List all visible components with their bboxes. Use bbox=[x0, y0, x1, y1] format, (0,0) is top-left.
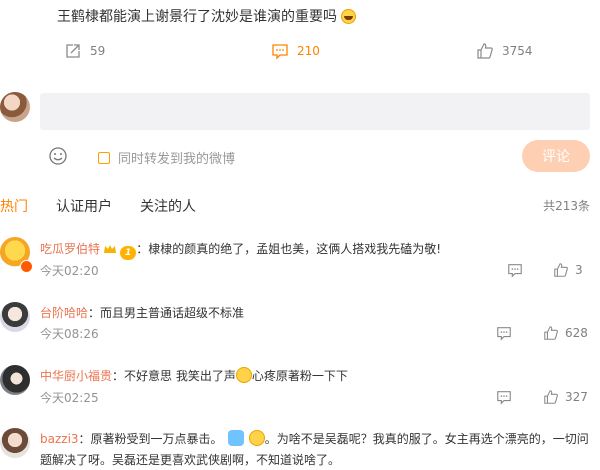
comment-like-count: 628 bbox=[565, 326, 588, 340]
comment-like-button[interactable]: 628 bbox=[543, 325, 588, 341]
tab-following[interactable]: 关注的人 bbox=[140, 196, 196, 216]
tab-verified[interactable]: 认证用户 bbox=[56, 196, 112, 216]
repost-option[interactable]: 同时转发到我的微博 bbox=[98, 148, 235, 167]
reply-button[interactable] bbox=[507, 262, 523, 282]
comment-time: 今天02:25 bbox=[40, 391, 99, 405]
comment-time: 今天02:20 bbox=[40, 264, 99, 278]
blue-doll-emoji-icon bbox=[227, 430, 244, 446]
comment-line: 台阶哈哈：而且男主普通话超级不标准 bbox=[40, 302, 244, 321]
reply-icon bbox=[497, 391, 511, 405]
comment-text-line2: 题解决了呀。吴磊还是更喜欢武侠剧啊，不知道说啥了。 bbox=[40, 453, 341, 467]
comment-time: 今天08:26 bbox=[40, 327, 99, 341]
repost-icon bbox=[66, 44, 80, 58]
thumbs-up-icon bbox=[554, 263, 568, 277]
comment-text: ：原著粉受到一万点暴击。 bbox=[78, 432, 223, 446]
verified-badge-icon bbox=[20, 260, 33, 273]
crown-icon bbox=[104, 245, 117, 253]
comment-text: ：棣棣的颜真的绝了，孟姐也美，这俩人搭戏我先磕为敬! bbox=[136, 242, 442, 256]
reply-icon bbox=[497, 327, 511, 341]
like-button[interactable]: 3754 bbox=[476, 42, 533, 60]
laughing-emoji-icon bbox=[341, 9, 356, 24]
comment-text: ：不好意思 我笑出了声 bbox=[112, 369, 236, 383]
reply-button[interactable] bbox=[496, 389, 512, 409]
comment-like-button[interactable]: 3 bbox=[553, 262, 583, 278]
current-user-avatar[interactable] bbox=[0, 92, 30, 122]
comment-tabs: 热门 认证用户 关注的人 bbox=[0, 196, 224, 216]
reply-icon bbox=[508, 264, 522, 278]
comment-avatar[interactable] bbox=[0, 302, 30, 332]
comment-like-count: 327 bbox=[565, 390, 588, 404]
repost-option-label: 同时转发到我的微博 bbox=[118, 152, 236, 167]
comment-line: 中华厨小福贵：不好意思 我笑出了声 心疼原著粉一下下 bbox=[40, 365, 348, 384]
comment-icon bbox=[272, 44, 288, 60]
repost-count: 59 bbox=[90, 44, 106, 58]
reply-button[interactable] bbox=[496, 325, 512, 345]
comment-avatar[interactable] bbox=[0, 365, 30, 395]
like-count: 3754 bbox=[502, 44, 533, 58]
laughing-tears-emoji-icon bbox=[235, 367, 252, 383]
comment-total: 共213条 bbox=[543, 199, 590, 213]
comment-button[interactable]: 210 bbox=[271, 42, 320, 60]
post-text: 王鹤棣都能演上谢景行了沈妙是谁演的重要吗 bbox=[57, 9, 337, 25]
comment-text-cont: 心疼原著粉一下下 bbox=[251, 369, 348, 383]
comment-username[interactable]: 台阶哈哈 bbox=[40, 306, 88, 320]
comment-avatar[interactable] bbox=[0, 428, 30, 458]
emoji-picker-button[interactable] bbox=[48, 146, 68, 170]
laughing-tears-emoji-icon bbox=[248, 430, 265, 446]
tab-hot[interactable]: 热门 bbox=[0, 196, 28, 216]
comment-like-button[interactable]: 327 bbox=[543, 389, 588, 405]
submit-comment-button[interactable]: 评论 bbox=[522, 140, 590, 172]
repost-checkbox[interactable] bbox=[98, 151, 110, 164]
repost-button[interactable]: 59 bbox=[64, 42, 105, 60]
comment-username[interactable]: 吃瓜罗伯特 bbox=[40, 242, 100, 256]
comment-text: ：而且男主普通话超级不标准 bbox=[88, 306, 245, 320]
comment-count: 210 bbox=[297, 44, 320, 58]
thumbs-up-icon bbox=[544, 326, 558, 340]
thumbs-up-icon bbox=[477, 43, 493, 59]
comment-input[interactable] bbox=[40, 93, 590, 130]
comment-username[interactable]: bazzi3 bbox=[40, 432, 79, 446]
comment-username[interactable]: 中华厨小福贵 bbox=[40, 369, 112, 383]
fan-level-badge: 1 bbox=[120, 246, 137, 260]
comment-line: 吃瓜罗伯特 1 ：棣棣的颜真的绝了，孟姐也美，这俩人搭戏我先磕为敬! bbox=[40, 238, 441, 260]
comment-text-cont: 。为啥不是吴磊呢？我真的服了。女主再选个漂亮的，一切问 bbox=[264, 432, 589, 446]
post-text-block: 王鹤棣都能演上谢景行了沈妙是谁演的重要吗 bbox=[57, 6, 356, 26]
comment-like-count: 3 bbox=[575, 263, 583, 277]
smiley-icon bbox=[49, 147, 67, 165]
comment-block: bazzi3：原著粉受到一万点暴击。 。为啥不是吴磊呢？我真的服了。女主再选个漂… bbox=[40, 428, 590, 470]
thumbs-up-icon bbox=[544, 390, 558, 404]
